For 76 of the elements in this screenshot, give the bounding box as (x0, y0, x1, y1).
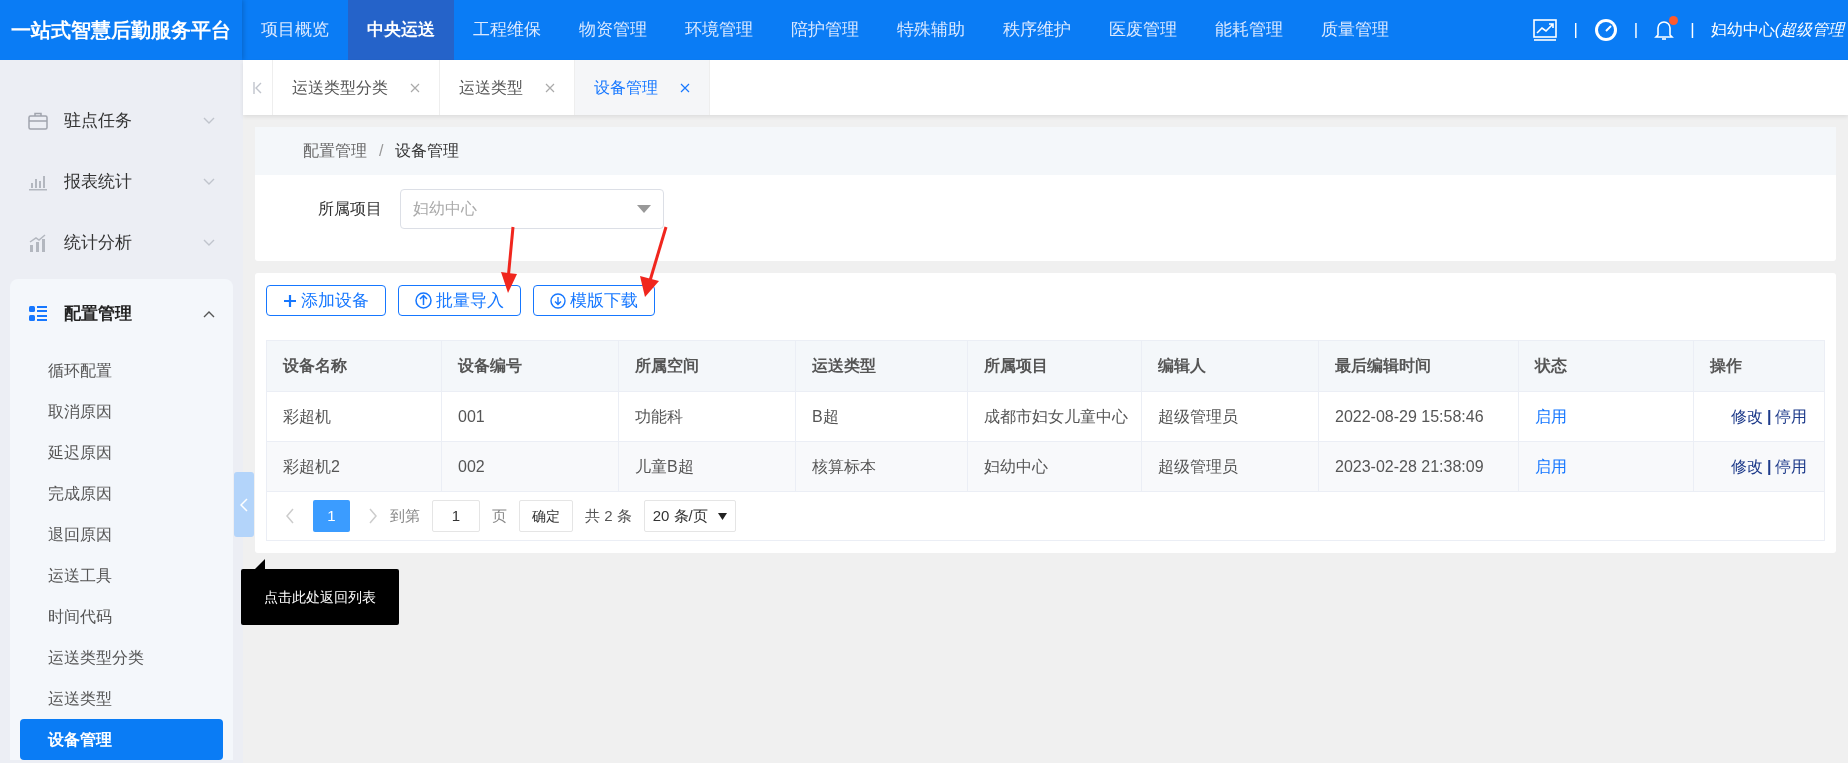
page-label: 页 (492, 505, 507, 526)
dropdown-caret-icon (717, 512, 727, 520)
sidebar-subitem[interactable]: 运送工具 (20, 555, 223, 596)
sidebar-item[interactable]: 配置管理 (10, 289, 233, 339)
bell-icon[interactable] (1654, 19, 1675, 41)
toolbar-button[interactable]: 批量导入 (398, 285, 521, 316)
sidebar-item[interactable]: 报表统计 (0, 157, 243, 207)
dropdown-caret-icon (637, 205, 651, 213)
disable-link[interactable]: 停用 (1775, 404, 1808, 429)
breadcrumb-separator: / (379, 141, 384, 161)
download-icon (550, 292, 566, 309)
breadcrumb-current: 设备管理 (395, 141, 460, 161)
goto-label: 到第 (390, 505, 420, 526)
close-icon[interactable] (680, 82, 690, 93)
sidebar-subitem[interactable]: 退回原因 (20, 514, 223, 555)
logo: 一站式智慧后勤服务平台 (0, 0, 242, 60)
collapse-sidebar-handle[interactable] (234, 472, 254, 537)
edit-link[interactable]: 修改 (1731, 404, 1763, 429)
prev-page-icon[interactable] (285, 508, 295, 524)
first-page-icon (252, 81, 263, 94)
total-count: 共 2 条 (585, 505, 632, 526)
sidebar-subitem[interactable]: 设备管理 (20, 719, 223, 760)
chevron-icon (203, 178, 215, 186)
close-icon[interactable] (410, 82, 420, 93)
sidebar-subitem[interactable]: 延迟原因 (20, 432, 223, 473)
action-divider: | (1767, 456, 1772, 477)
briefcase-icon (28, 112, 48, 130)
sidebar-subitem[interactable]: 取消原因 (20, 391, 223, 432)
sidebar-subitem[interactable]: 时间代码 (20, 596, 223, 637)
table-cell: 儿童B超 (619, 442, 796, 491)
next-page-icon[interactable] (368, 508, 378, 524)
edit-link[interactable]: 修改 (1731, 454, 1763, 479)
sidebar-subitem[interactable]: 循环配置 (20, 350, 223, 391)
field-label: 所属项目 (318, 199, 382, 219)
page-input[interactable]: 1 (432, 500, 480, 532)
confirm-button[interactable]: 确定 (519, 500, 573, 532)
table-cell: 彩超机2 (267, 442, 442, 491)
sidebar-subitem[interactable]: 运送类型 (20, 678, 223, 719)
table-cell: 2023-02-28 21:38:09 (1319, 442, 1519, 491)
table-cell: 妇幼中心 (968, 442, 1142, 491)
chevron-icon (203, 239, 215, 247)
toolbar-button[interactable]: 模版下载 (533, 285, 655, 316)
page-size-select[interactable]: 20 条/页 (643, 500, 736, 532)
close-icon[interactable] (545, 82, 555, 93)
page-tab[interactable]: 设备管理 (575, 60, 710, 115)
status-link[interactable]: 启用 (1535, 454, 1567, 479)
action-divider: | (1767, 406, 1772, 427)
bar-chart-icon (28, 173, 48, 191)
sidebar-subitem[interactable]: 完成原因 (20, 473, 223, 514)
growth-chart-icon (28, 234, 48, 252)
page-tab[interactable]: 运送类型分类 (273, 60, 440, 115)
sidebar-item[interactable]: 统计分析 (0, 218, 243, 268)
tooltip-pointer (253, 559, 265, 571)
status-link[interactable]: 启用 (1535, 404, 1567, 429)
breadcrumb-link[interactable]: 配置管理 (303, 139, 367, 163)
annotation-arrow (498, 226, 518, 294)
sidebar-subitem[interactable]: 运送类型分类 (20, 637, 223, 678)
chevron-icon (203, 310, 215, 318)
table-cell: 超级管理员 (1142, 442, 1319, 491)
table-cell: 002 (442, 442, 619, 491)
user-name[interactable]: 妇幼中心(超级管理 (1710, 18, 1844, 42)
separator: | (1690, 19, 1695, 42)
chevron-left-icon (240, 497, 248, 512)
upload-icon (415, 292, 432, 309)
gauge-icon[interactable] (1593, 18, 1618, 42)
disable-link[interactable]: 停用 (1775, 454, 1808, 479)
plus-icon (283, 293, 297, 308)
chevron-icon (203, 117, 215, 125)
nav-tab[interactable]: 中央运送 (348, 0, 454, 60)
toolbar-button[interactable]: 添加设备 (266, 285, 386, 316)
separator: | (1573, 19, 1578, 42)
table-cell: 核算标本 (796, 442, 968, 491)
list-icon (28, 305, 48, 323)
sidebar-item[interactable]: 驻点任务 (0, 96, 243, 146)
line-chart-icon[interactable] (1533, 19, 1558, 41)
separator: | (1633, 19, 1639, 42)
